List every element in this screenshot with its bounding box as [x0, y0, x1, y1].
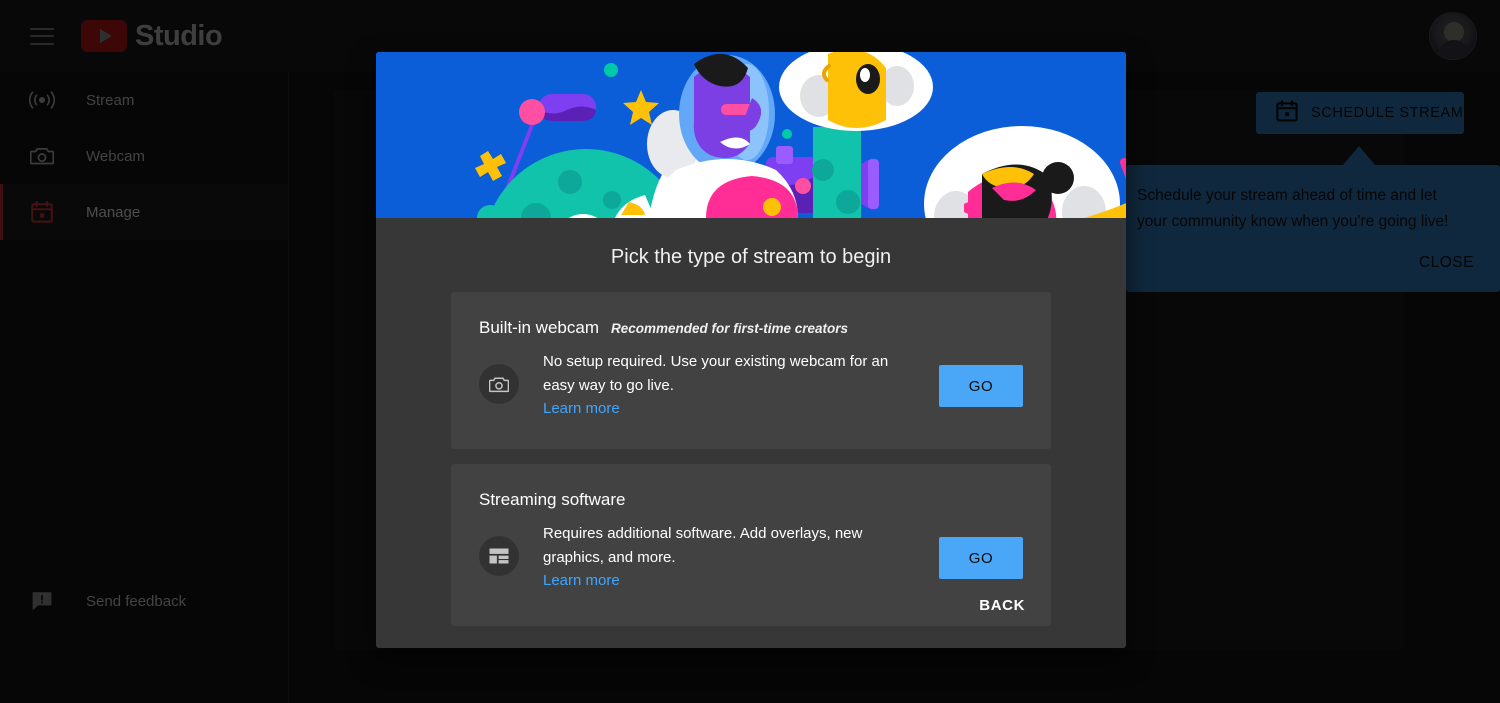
card-header: Streaming software — [451, 464, 1051, 510]
go-button-software[interactable]: GO — [939, 537, 1023, 579]
card-body: No setup required. Use your existing web… — [451, 338, 1051, 418]
card-text: Requires additional software. Add overla… — [543, 522, 923, 590]
card-title: Built-in webcam — [479, 318, 599, 337]
card-title: Streaming software — [479, 490, 626, 509]
app-root: Studio Stream — [0, 0, 1500, 703]
learn-more-link[interactable]: Learn more — [543, 572, 620, 589]
stream-type-dialog: Pick the type of stream to begin Built-i… — [376, 52, 1126, 648]
stream-option-card-software[interactable]: Streaming software Requires additional s… — [451, 464, 1051, 626]
layout-dashboard-icon — [479, 536, 519, 576]
card-body: Requires additional software. Add overla… — [451, 510, 1051, 590]
back-button[interactable]: BACK — [979, 597, 1025, 614]
stream-option-card-webcam[interactable]: Built-in webcam Recommended for first-ti… — [451, 292, 1051, 449]
card-text: No setup required. Use your existing web… — [543, 350, 923, 418]
card-header: Built-in webcam Recommended for first-ti… — [451, 292, 1051, 338]
learn-more-link[interactable]: Learn more — [543, 400, 620, 417]
go-button-webcam[interactable]: GO — [939, 365, 1023, 407]
camera-icon — [479, 364, 519, 404]
card-description: No setup required. Use your existing web… — [543, 353, 889, 394]
card-description: Requires additional software. Add overla… — [543, 525, 863, 566]
card-subtitle: Recommended for first-time creators — [611, 321, 849, 336]
space-creators-illustration — [376, 52, 1126, 218]
dialog-title: Pick the type of stream to begin — [610, 246, 892, 268]
